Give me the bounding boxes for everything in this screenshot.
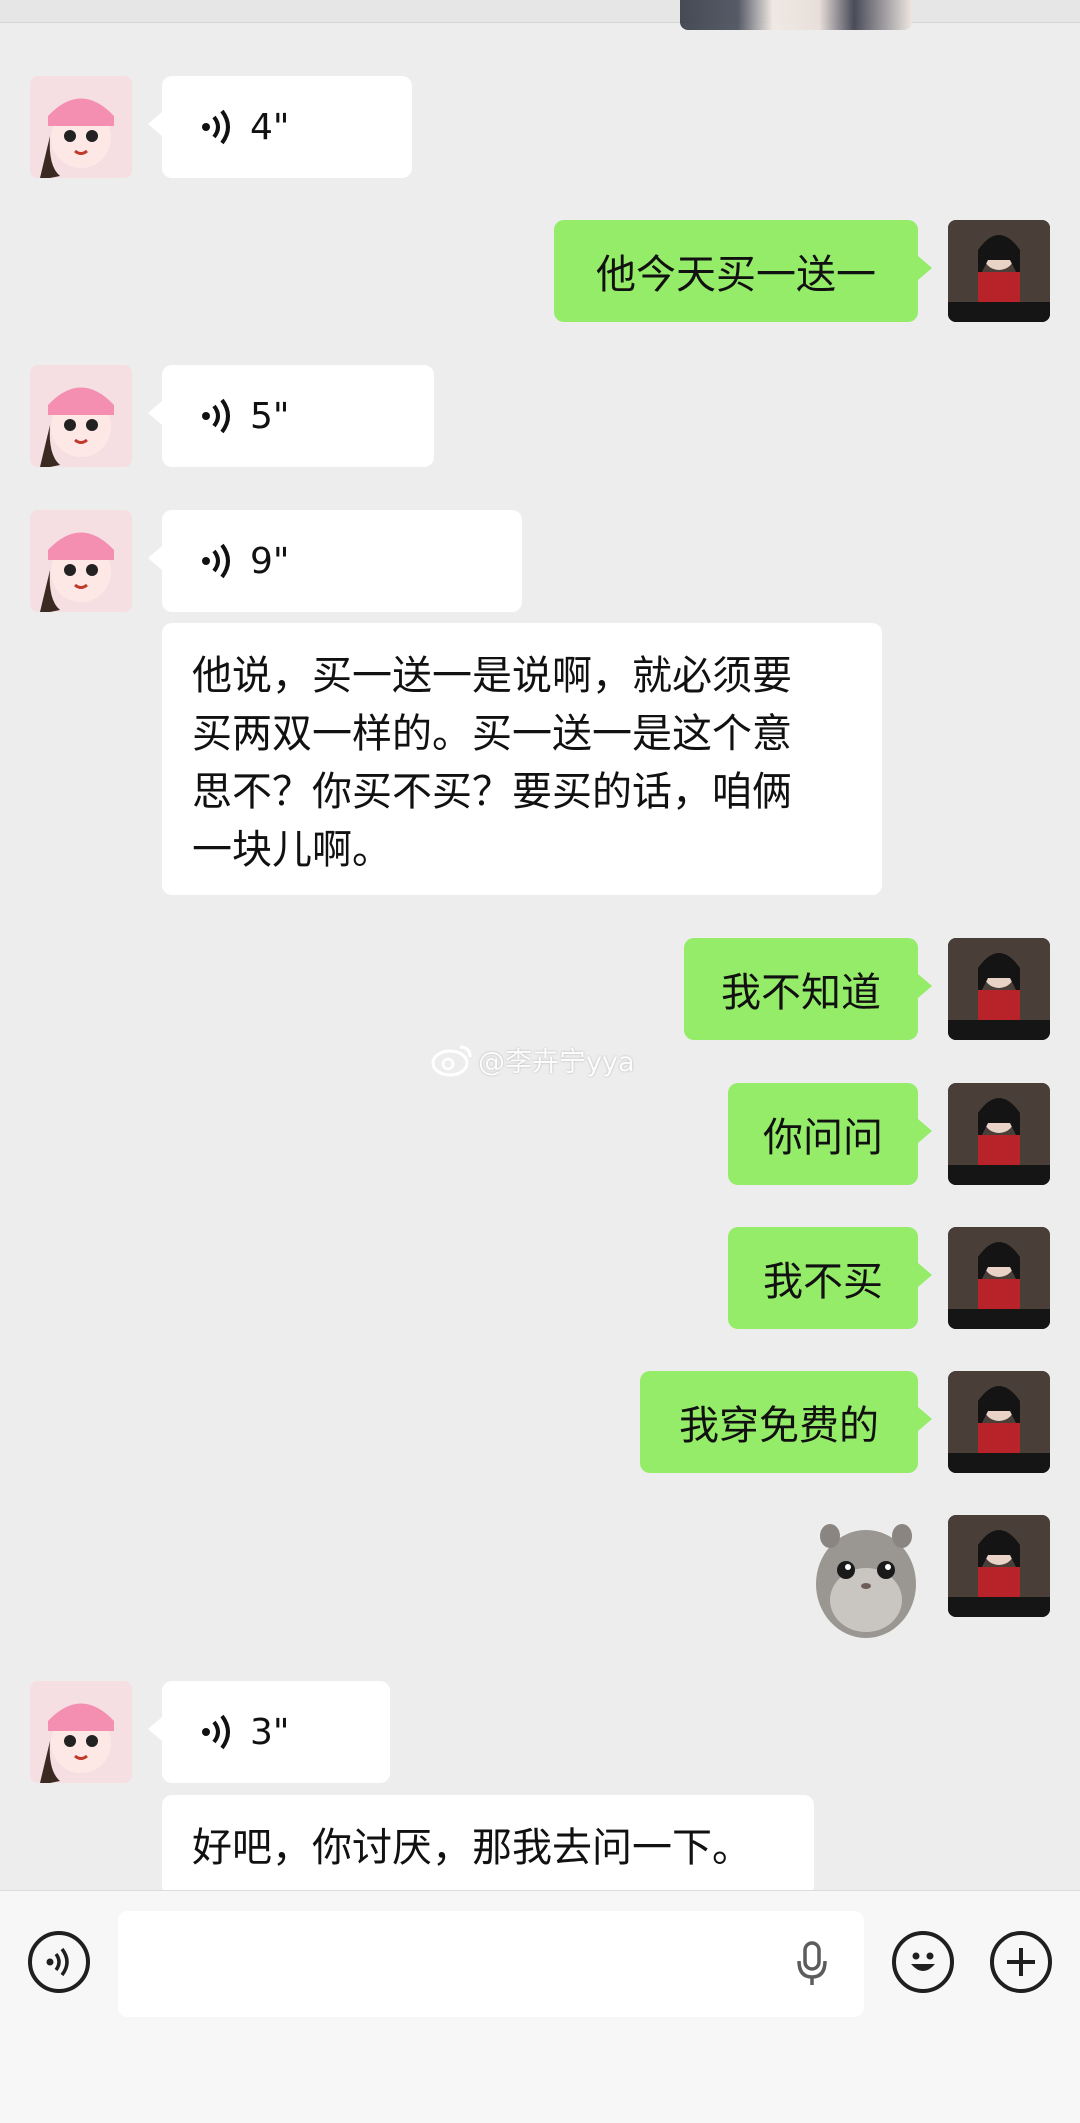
self-avatar[interactable]	[948, 1083, 1050, 1185]
message-text: 我不知道	[721, 970, 881, 1016]
sent-text-bubble[interactable]: 我不买	[728, 1227, 932, 1329]
self-avatar[interactable]	[948, 938, 1050, 1040]
sent-text-bubble[interactable]: 你问问	[728, 1083, 932, 1185]
hamster-sticker-icon	[816, 1524, 916, 1638]
weibo-logo-icon	[431, 1045, 472, 1076]
voice-duration: 3"	[250, 1711, 290, 1753]
transcript-line: 一块儿啊。	[192, 827, 392, 873]
voice-wave-icon	[202, 398, 230, 434]
message-input[interactable]	[118, 1911, 864, 2017]
weibo-watermark: @李卉宁yya	[430, 1040, 635, 1079]
contact-avatar[interactable]	[30, 76, 132, 178]
sent-text-bubble[interactable]: 我穿免费的	[640, 1371, 932, 1473]
watermark-text: @李卉宁yya	[478, 1047, 635, 1078]
sent-text-bubble[interactable]: 我不知道	[684, 938, 932, 1040]
voice-message-bubble[interactable]: 5"	[148, 365, 434, 467]
chat-input-bar	[0, 1890, 1080, 2123]
transcript-line: 好吧，你讨厌，那我去问一下。	[192, 1825, 752, 1871]
message-text: 你问问	[763, 1115, 883, 1161]
message-text: 他今天买一送一	[596, 252, 876, 298]
emoji-button[interactable]	[892, 1931, 954, 1993]
message-text: 我不买	[763, 1259, 883, 1305]
transcript-line: 他说，买一送一是说啊，就必须要	[192, 653, 792, 699]
contact-avatar[interactable]	[30, 510, 132, 612]
transcript-line: 思不？你买不买？要买的话，咱俩	[192, 769, 792, 815]
transcript-line: 买两双一样的。买一送一是这个意	[192, 711, 792, 757]
voice-transcript-bubble[interactable]: 他说，买一送一是说啊，就必须要 买两双一样的。买一送一是这个意 思不？你买不买？…	[162, 623, 882, 895]
plus-icon	[1007, 1948, 1035, 1976]
more-button[interactable]	[990, 1931, 1052, 1993]
voice-wave-icon	[202, 543, 230, 579]
message-text: 我穿免费的	[679, 1403, 879, 1449]
emoji-icon	[911, 1952, 935, 1971]
voice-message-bubble[interactable]: 3"	[148, 1681, 390, 1783]
voice-duration: 5"	[250, 395, 290, 437]
self-avatar[interactable]	[948, 1515, 1050, 1617]
voice-duration: 4"	[250, 106, 290, 148]
voice-duration: 9"	[250, 540, 290, 582]
contact-avatar[interactable]	[30, 365, 132, 467]
voice-toggle-icon	[46, 1947, 69, 1977]
sent-text-bubble[interactable]: 他今天买一送一	[554, 220, 932, 322]
hamster-sticker[interactable]	[812, 1512, 920, 1642]
voice-wave-icon	[202, 1714, 230, 1750]
voice-message-bubble[interactable]: 9"	[148, 510, 522, 612]
voice-transcript-bubble[interactable]: 好吧，你讨厌，那我去问一下。	[162, 1795, 814, 1895]
voice-toggle-button[interactable]	[28, 1931, 90, 1993]
voice-message-bubble[interactable]: 4"	[148, 76, 412, 178]
self-avatar[interactable]	[948, 1227, 1050, 1329]
contact-avatar[interactable]	[30, 1681, 132, 1783]
voice-wave-icon	[202, 109, 230, 145]
previous-message-strip	[0, 0, 1080, 23]
previous-image-thumbnail[interactable]	[680, 0, 912, 30]
self-avatar[interactable]	[948, 220, 1050, 322]
microphone-icon[interactable]	[794, 1941, 830, 1987]
self-avatar[interactable]	[948, 1371, 1050, 1473]
